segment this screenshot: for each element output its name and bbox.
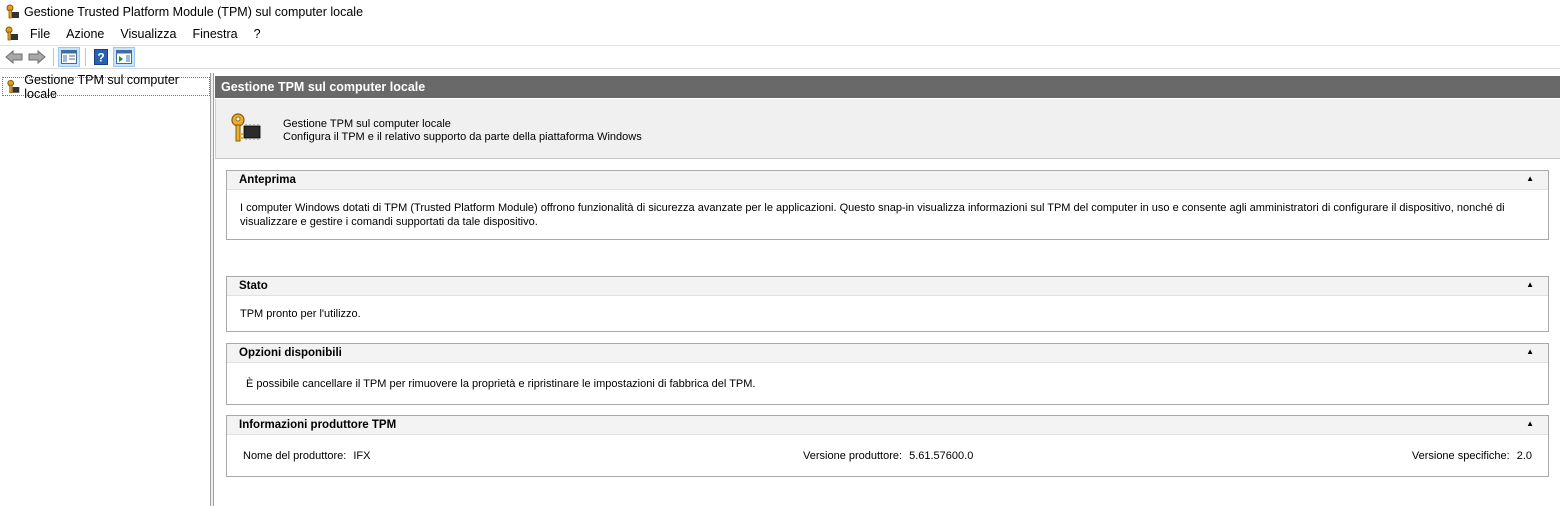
menu-finestra[interactable]: Finestra bbox=[184, 23, 245, 45]
overview-text: I computer Windows dotati di TPM (Truste… bbox=[240, 202, 1505, 228]
section-title: Opzioni disponibili bbox=[239, 347, 342, 359]
back-arrow-icon bbox=[5, 50, 23, 64]
help-button[interactable]: ? bbox=[90, 47, 112, 67]
collapse-caret-icon[interactable]: ▲ bbox=[1526, 280, 1534, 289]
tree-item-label: Gestione TPM sul computer locale bbox=[24, 72, 179, 101]
toolbar-separator bbox=[85, 48, 86, 66]
show-hide-tree-icon bbox=[61, 50, 77, 64]
menu-azione[interactable]: Azione bbox=[58, 23, 112, 45]
show-hide-action-pane-button[interactable] bbox=[113, 47, 135, 67]
show-hide-action-pane-icon bbox=[116, 50, 132, 64]
status-text: TPM pronto per l'utilizzo. bbox=[240, 308, 361, 320]
section-title: Anteprima bbox=[239, 174, 296, 186]
forward-arrow-icon bbox=[28, 50, 46, 64]
help-icon: ? bbox=[94, 49, 108, 65]
menu-help[interactable]: ? bbox=[246, 23, 269, 45]
section-title: Informazioni produttore TPM bbox=[239, 419, 397, 431]
tpm-chip-key-icon bbox=[231, 113, 261, 142]
show-hide-tree-button[interactable] bbox=[58, 47, 80, 67]
section-header[interactable]: Anteprima ▲ bbox=[227, 171, 1548, 190]
menu-file[interactable]: File bbox=[22, 23, 58, 45]
tree-item-tpm-root[interactable]: Gestione TPM sul computer locale bbox=[2, 73, 210, 101]
collapse-caret-icon[interactable]: ▲ bbox=[1526, 347, 1534, 356]
pane-splitter[interactable] bbox=[211, 73, 214, 506]
banner-title: Gestione TPM sul computer locale bbox=[283, 118, 451, 130]
details-pane: Gestione TPM sul computer locale Gestion… bbox=[215, 73, 1560, 506]
manufacturer-name-value: IFX bbox=[353, 450, 371, 462]
forward-button[interactable] bbox=[26, 47, 48, 67]
menu-bar: File Azione Visualizza Finestra ? bbox=[0, 23, 1560, 45]
spec-version-label: Versione specifiche: bbox=[1411, 450, 1510, 462]
collapse-caret-icon[interactable]: ▲ bbox=[1526, 174, 1534, 183]
manufacturer-section: Informazioni produttore TPM ▲ Nome del p… bbox=[226, 415, 1549, 477]
manufacturer-info: Nome del produttore: IFX Versione produtt… bbox=[227, 435, 1548, 476]
toolbar-separator bbox=[53, 48, 54, 66]
collapse-caret-icon[interactable]: ▲ bbox=[1526, 419, 1534, 428]
tpm-key-icon bbox=[6, 4, 19, 18]
back-button[interactable] bbox=[3, 47, 25, 67]
section-title: Stato bbox=[239, 280, 268, 292]
manufacturer-name: Nome del produttore: IFX bbox=[243, 449, 370, 463]
toolbar: ? bbox=[0, 45, 1560, 69]
overview-section: Anteprima ▲ I computer Windows dotati di… bbox=[226, 170, 1549, 240]
section-header[interactable]: Informazioni produttore TPM ▲ bbox=[227, 416, 1548, 435]
banner-subtitle: Configura il TPM e il relativo supporto … bbox=[283, 131, 642, 143]
menu-visualizza[interactable]: Visualizza bbox=[112, 23, 184, 45]
spec-version-value: 2.0 bbox=[1516, 450, 1532, 462]
spec-version: Versione specifiche: 2.0 bbox=[1412, 449, 1532, 463]
app-menu-icon[interactable] bbox=[3, 26, 19, 42]
manufacturer-version: Versione produttore: 5.61.57600.0 bbox=[803, 449, 973, 463]
window-title: Gestione Trusted Platform Module (TPM) s… bbox=[24, 4, 364, 19]
section-header[interactable]: Opzioni disponibili ▲ bbox=[227, 344, 1548, 363]
options-section: Opzioni disponibili ▲ È possibile cancel… bbox=[226, 343, 1549, 405]
manufacturer-version-label: Versione produttore: bbox=[803, 450, 903, 462]
manufacturer-name-label: Nome del produttore: bbox=[243, 450, 347, 462]
status-section: Stato ▲ TPM pronto per l'utilizzo. bbox=[226, 276, 1549, 332]
snapin-banner: Gestione TPM sul computer locale Configu… bbox=[215, 99, 1560, 159]
page-title: Gestione TPM sul computer locale bbox=[215, 76, 1560, 98]
tpm-key-icon bbox=[7, 79, 20, 93]
console-tree: Gestione TPM sul computer locale bbox=[0, 73, 211, 506]
manufacturer-version-value: 5.61.57600.0 bbox=[909, 450, 974, 462]
title-bar: Gestione Trusted Platform Module (TPM) s… bbox=[0, 0, 1560, 23]
options-text: È possibile cancellare il TPM per rimuov… bbox=[246, 378, 756, 390]
svg-text:?: ? bbox=[97, 51, 104, 65]
section-header[interactable]: Stato ▲ bbox=[227, 277, 1548, 296]
